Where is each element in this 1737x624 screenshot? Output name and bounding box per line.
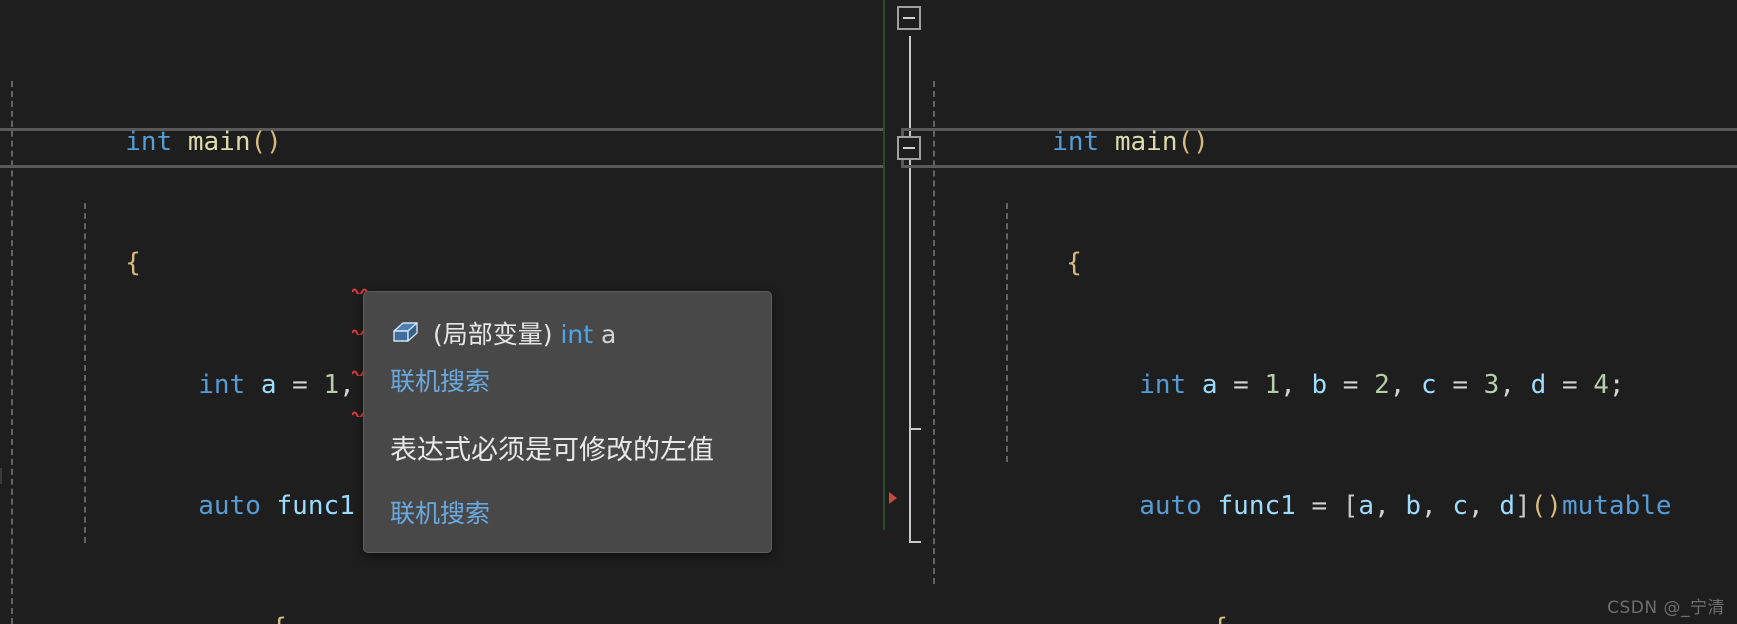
fold-marker-main[interactable] [897,6,921,30]
quick-info-tooltip: (局部变量) int a 联机搜索 表达式必须是可修改的左值 联机搜索 [363,291,772,553]
tooltip-online-search-link-top[interactable]: 联机搜索 [390,362,745,398]
right-code-text[interactable]: int main() { int a = 1, b = 2, c = 3, d … [927,0,1737,624]
right-editor-pane[interactable]: int main() { int a = 1, b = 2, c = 3, d … [883,0,1737,624]
fold-scope-bar [909,36,911,541]
tooltip-sig-prefix: (局部变量) [433,320,553,349]
tooltip-sig-name: a [601,320,617,349]
fold-marker-lambda[interactable] [897,136,921,160]
tooltip-online-search-link-bottom[interactable]: 联机搜索 [390,494,745,530]
change-bar [883,0,885,530]
csdn-watermark: CSDN @_宁清 [1607,598,1725,618]
local-variable-icon [390,319,420,347]
code-line[interactable]: int main() [927,81,1737,157]
editor-diff-view: int main() { int a = 1, b = 2, c = 3, d … [0,0,1737,624]
code-line[interactable]: { [0,567,883,624]
tooltip-signature-row: (局部变量) int a [390,312,745,354]
code-line[interactable]: { [0,203,883,278]
code-line[interactable]: int a = 1, b = 2, c = 3, d = 4; [927,324,1737,400]
error-marker-icon[interactable] [889,492,897,504]
code-line-current[interactable]: auto func1 = [a, b, c, d]()mutable [927,446,1737,521]
fold-scope-end-inner [909,428,921,430]
tooltip-error-message: 表达式必须是可修改的左值 [390,435,714,466]
change-bar [0,468,2,484]
fold-scope-end [909,541,921,543]
code-line[interactable]: int main() [0,81,883,157]
tooltip-signature: (局部变量) int a [433,315,616,351]
code-line[interactable]: { [927,203,1737,278]
tooltip-sig-type: int [560,320,594,349]
